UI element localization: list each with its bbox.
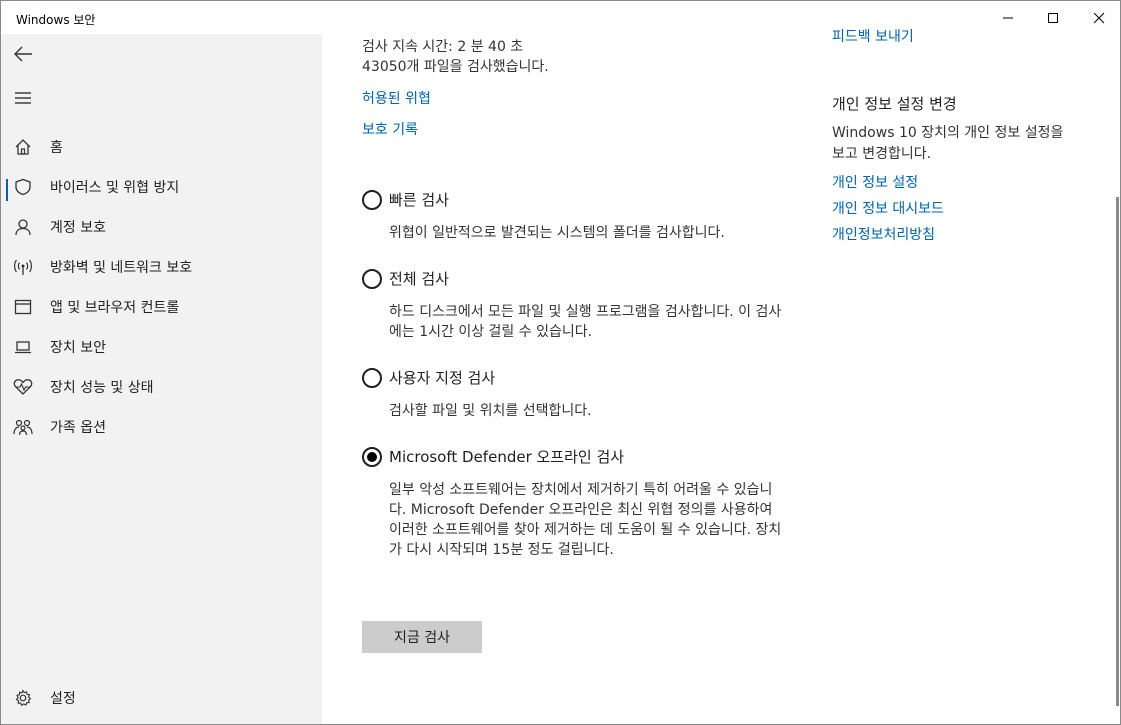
custom-scan-option[interactable]: 사용자 지정 검사 검사할 파일 및 위치를 선택합니다. [362, 368, 792, 428]
minimize-button[interactable] [985, 1, 1031, 34]
privacy-statement-link[interactable]: 개인정보처리방침 [832, 224, 935, 244]
files-scanned-text: 43050개 파일을 검사했습니다. [362, 59, 549, 75]
offline-scan-radio[interactable] [362, 447, 382, 467]
wireless-icon [1, 247, 45, 287]
sidebar-item-account-protection[interactable]: 계정 보호 [1, 207, 322, 247]
title-bar: Windows 보안 [1, 1, 1120, 34]
option-label: Microsoft Defender 오프라인 검사 [389, 448, 625, 466]
privacy-heading: 개인 정보 설정 변경 [832, 95, 957, 113]
privacy-settings-link[interactable]: 개인 정보 설정 [832, 172, 918, 192]
option-description: 검사할 파일 및 위치를 선택합니다. [389, 403, 592, 419]
sidebar-item-device-security[interactable]: 장치 보안 [1, 327, 322, 367]
sidebar-item-label: 장치 보안 [50, 340, 106, 356]
maximize-icon [1048, 12, 1058, 23]
hamburger-icon [15, 92, 31, 104]
offline-scan-option[interactable]: Microsoft Defender 오프라인 검사 일부 악성 소프트웨어는 … [362, 447, 792, 587]
window-title: Windows 보안 [16, 13, 96, 27]
sidebar-item-label: 바이러스 및 위협 방지 [50, 180, 180, 196]
sidebar-item-label: 방화벽 및 네트워크 보호 [50, 260, 193, 276]
sidebar-item-label: 홈 [50, 140, 63, 156]
back-button[interactable] [1, 34, 45, 74]
option-label: 사용자 지정 검사 [389, 369, 496, 387]
family-icon [1, 407, 45, 447]
vertical-scrollbar[interactable] [1116, 197, 1119, 706]
shield-icon [1, 167, 45, 207]
full-scan-option[interactable]: 전체 검사 하드 디스크에서 모든 파일 및 실행 프로그램을 검사합니다. 이… [362, 269, 792, 349]
heart-pulse-icon [1, 367, 45, 407]
option-label: 빠른 검사 [389, 191, 449, 209]
sidebar-item-virus-protection[interactable]: 바이러스 및 위협 방지 [1, 167, 322, 207]
gear-icon [1, 678, 45, 718]
option-description: 일부 악성 소프트웨어는 장치에서 제거하기 특히 어려울 수 있습니다. Mi… [389, 482, 782, 558]
sidebar-item-label: 장치 성능 및 상태 [50, 380, 154, 396]
sidebar-item-label: 앱 및 브라우저 컨트롤 [50, 300, 180, 316]
maximize-button[interactable] [1030, 1, 1076, 34]
sidebar-item-family-options[interactable]: 가족 옵션 [1, 407, 322, 447]
back-arrow-icon [14, 46, 32, 62]
home-icon [1, 127, 45, 167]
privacy-dashboard-link[interactable]: 개인 정보 대시보드 [832, 198, 944, 218]
custom-scan-radio[interactable] [362, 368, 382, 388]
person-icon [1, 207, 45, 247]
scan-now-button[interactable]: 지금 검사 [362, 621, 482, 653]
laptop-icon [1, 327, 45, 367]
sidebar-item-home[interactable]: 홈 [1, 127, 322, 167]
scan-duration-text: 검사 지속 시간: 2 분 40 초 [362, 39, 524, 55]
allowed-threats-link[interactable]: 허용된 위협 [362, 88, 431, 108]
right-panel: 피드백 보내기 개인 정보 설정 변경 Windows 10 장치의 개인 정보… [792, 29, 1120, 724]
quick-scan-radio[interactable] [362, 190, 382, 210]
option-description: 위협이 일반적으로 발견되는 시스템의 폴더를 검사합니다. [389, 225, 725, 241]
sidebar: 홈 바이러스 및 위협 방지 계정 보호 방화벽 및 네트워크 보호 앱 및 브 [1, 34, 322, 724]
close-icon [1093, 12, 1105, 23]
sidebar-item-label: 가족 옵션 [50, 420, 106, 436]
hamburger-menu-button[interactable] [1, 78, 45, 118]
sidebar-item-label: 계정 보호 [50, 220, 106, 236]
feedback-link[interactable]: 피드백 보내기 [832, 26, 914, 46]
option-label: 전체 검사 [389, 270, 449, 288]
sidebar-item-firewall[interactable]: 방화벽 및 네트워크 보호 [1, 247, 322, 287]
app-window-icon [1, 287, 45, 327]
main-content: 검사 지속 시간: 2 분 40 초 43050개 파일을 검사했습니다. 허용… [322, 34, 792, 724]
close-button[interactable] [1076, 1, 1120, 34]
sidebar-item-label: 설정 [50, 691, 76, 707]
sidebar-item-device-performance[interactable]: 장치 성능 및 상태 [1, 367, 322, 407]
sidebar-item-app-browser[interactable]: 앱 및 브라우저 컨트롤 [1, 287, 322, 327]
protection-history-link[interactable]: 보호 기록 [362, 119, 418, 139]
full-scan-radio[interactable] [362, 269, 382, 289]
privacy-description: Windows 10 장치의 개인 정보 설정을 보고 변경합니다. [832, 125, 1064, 162]
sidebar-item-settings[interactable]: 설정 [1, 678, 322, 718]
app-window: Windows 보안 홈 바이러스 및 위협 방지 계정 보호 방화벽 및 네트… [0, 0, 1121, 725]
minimize-icon [1003, 17, 1013, 18]
option-description: 하드 디스크에서 모든 파일 및 실행 프로그램을 검사합니다. 이 검사에는 … [389, 304, 782, 340]
quick-scan-option[interactable]: 빠른 검사 위협이 일반적으로 발견되는 시스템의 폴더를 검사합니다. [362, 190, 792, 250]
